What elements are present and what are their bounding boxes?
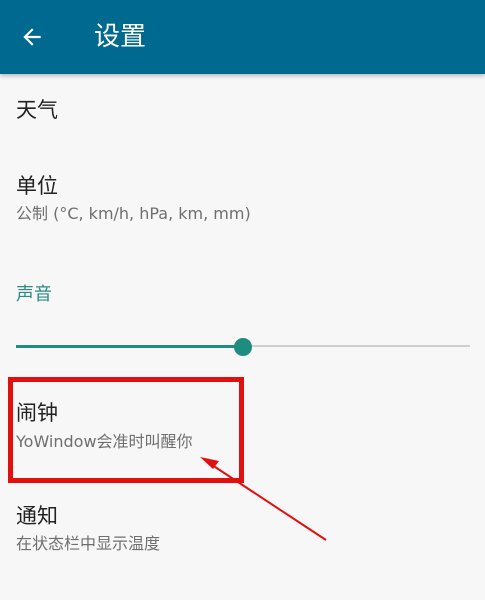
weather-title: 天气 [16,98,58,122]
slider-fill [16,345,243,348]
app-bar: 设置 [0,0,485,74]
alarm-title: 闹钟 [16,401,58,425]
units-title: 单位 [16,174,58,198]
alarm-summary: YoWindow会准时叫醒你 [16,432,193,451]
sound-slider[interactable] [16,336,470,358]
setting-weather[interactable] [0,74,485,156]
slider-thumb[interactable] [234,338,252,356]
units-summary: 公制 (°C, km/h, hPa, km, mm) [16,204,251,223]
notification-summary: 在状态栏中显示温度 [16,534,161,553]
notification-title: 通知 [16,504,58,528]
page-title: 设置 [94,22,147,52]
back-button[interactable] [14,19,50,55]
sound-title: 声音 [16,284,52,305]
arrow-left-icon [23,28,41,46]
setting-units[interactable] [0,158,485,246]
